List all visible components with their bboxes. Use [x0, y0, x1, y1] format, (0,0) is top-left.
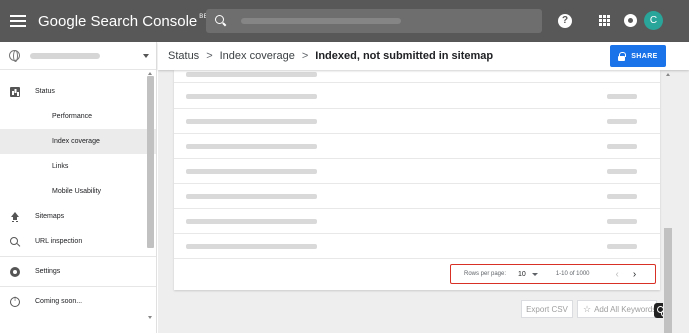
sidebar-item-label: Links: [52, 163, 69, 170]
rows-per-page-select[interactable]: 10: [518, 271, 526, 278]
table-row[interactable]: [174, 159, 660, 184]
globe-icon: [9, 50, 20, 62]
sidebar-item-mobile-usability[interactable]: Mobile Usability: [0, 179, 156, 204]
url-redacted: [186, 169, 317, 174]
divider: [0, 256, 156, 257]
sidebar-item-links[interactable]: Links: [0, 154, 156, 179]
table-row[interactable]: [174, 234, 660, 259]
search-placeholder-redacted: [241, 18, 401, 24]
share-label: SHARE: [631, 52, 658, 60]
url-redacted: [186, 219, 317, 224]
main-content: 6/23/18 Rows pe: [158, 66, 689, 333]
add-all-keywords-label: Add All Keywords: [594, 304, 657, 314]
sidebar-item-label: Performance: [52, 113, 93, 120]
top-app-bar: Google Search Console BETA ? C: [0, 0, 689, 42]
url-redacted: [186, 144, 317, 149]
app-title-text: Google Search Console: [38, 12, 198, 30]
sidebar-item-index-coverage[interactable]: Index coverage: [0, 129, 156, 154]
sidebar-item-label: Settings: [35, 268, 61, 275]
sidebar-item-performance[interactable]: Performance: [0, 104, 156, 129]
breadcrumb-separator: >: [206, 50, 213, 62]
sidebar: Status Performance Index coverage Links …: [0, 42, 157, 333]
sidebar-item-settings[interactable]: Settings: [0, 259, 156, 284]
star-icon: ☆: [583, 303, 592, 314]
date-redacted: [607, 144, 637, 149]
url-redacted: [186, 244, 317, 249]
table-row[interactable]: [174, 109, 660, 134]
property-name-redacted: [30, 52, 100, 59]
sidebar-item-label: Index coverage: [52, 138, 100, 145]
table-row[interactable]: [174, 184, 660, 209]
notifications-icon[interactable]: [624, 14, 637, 27]
date-redacted: [607, 94, 637, 99]
search-input[interactable]: [206, 9, 542, 33]
url-redacted: [186, 72, 317, 77]
url-redacted: [186, 119, 317, 124]
sidebar-scrollbar[interactable]: [147, 76, 154, 248]
next-page-icon[interactable]: ›: [633, 269, 636, 280]
property-selector[interactable]: [0, 42, 156, 70]
help-icon[interactable]: ?: [558, 14, 572, 28]
avatar[interactable]: C: [644, 11, 663, 30]
pagination-range: 1-10 of 1000: [555, 271, 590, 277]
chevron-down-icon[interactable]: [531, 272, 538, 276]
previous-page-icon[interactable]: ‹: [616, 269, 619, 280]
info-icon: [10, 296, 20, 307]
divider: [0, 286, 156, 287]
search-icon: [10, 236, 20, 247]
apps-grid-icon[interactable]: [599, 15, 610, 26]
breadcrumb-index-coverage[interactable]: Index coverage: [220, 50, 295, 62]
scroll-down-arrow-icon[interactable]: [148, 316, 152, 319]
sidebar-item-status[interactable]: Status: [0, 79, 156, 104]
date-redacted: [607, 244, 637, 249]
table-row[interactable]: [174, 209, 660, 234]
status-chart-icon: [10, 86, 20, 97]
sidebar-item-label: Coming soon...: [35, 298, 83, 305]
table-row[interactable]: [174, 134, 660, 159]
url-table: 6/23/18 Rows pe: [174, 66, 660, 290]
url-redacted: [186, 94, 317, 99]
scroll-up-arrow-icon[interactable]: [666, 73, 670, 76]
date-redacted: [607, 169, 637, 174]
table-row[interactable]: [174, 84, 660, 109]
sidebar-nav: Status Performance Index coverage Links …: [0, 70, 156, 314]
sidebar-item-url-inspection[interactable]: URL inspection: [0, 229, 156, 254]
hamburger-menu-icon[interactable]: [10, 15, 26, 27]
breadcrumb-bar: Status > Index coverage > Indexed, not s…: [158, 42, 689, 70]
app-title[interactable]: Google Search Console BETA: [38, 13, 216, 30]
search-icon: [215, 15, 227, 27]
add-all-keywords-button[interactable]: ☆ Add All Keywords: [577, 300, 657, 318]
sidebar-item-label: Status: [35, 88, 55, 95]
gear-icon: [10, 266, 20, 277]
breadcrumb-separator: >: [301, 50, 309, 62]
sidebar-item-coming-soon[interactable]: Coming soon...: [0, 289, 156, 314]
export-csv-button[interactable]: Export CSV: [521, 300, 573, 318]
chevron-down-icon: [143, 54, 149, 58]
date-redacted: [607, 119, 637, 124]
pagination-controls: Rows per page: 10 1-10 of 1000 ‹ ›: [450, 264, 656, 284]
breadcrumb-status[interactable]: Status: [168, 50, 199, 62]
sidebar-item-label: URL inspection: [35, 238, 83, 245]
main-scrollbar-thumb[interactable]: [664, 228, 672, 333]
rows-per-page-label: Rows per page:: [464, 271, 507, 277]
date-redacted: [607, 194, 637, 199]
page-title: Indexed, not submitted in sitemap: [315, 50, 494, 62]
sidebar-item-label: Mobile Usability: [52, 188, 102, 195]
share-button[interactable]: SHARE: [610, 45, 666, 67]
sidebar-item-label: Sitemaps: [35, 213, 65, 220]
sitemaps-icon: [10, 211, 20, 222]
scroll-up-arrow-icon[interactable]: [148, 72, 152, 75]
lock-icon: [618, 52, 627, 61]
sidebar-item-sitemaps[interactable]: Sitemaps: [0, 204, 156, 229]
breadcrumb: Status > Index coverage > Indexed, not s…: [168, 50, 493, 62]
url-redacted: [186, 194, 317, 199]
date-redacted: [607, 219, 637, 224]
